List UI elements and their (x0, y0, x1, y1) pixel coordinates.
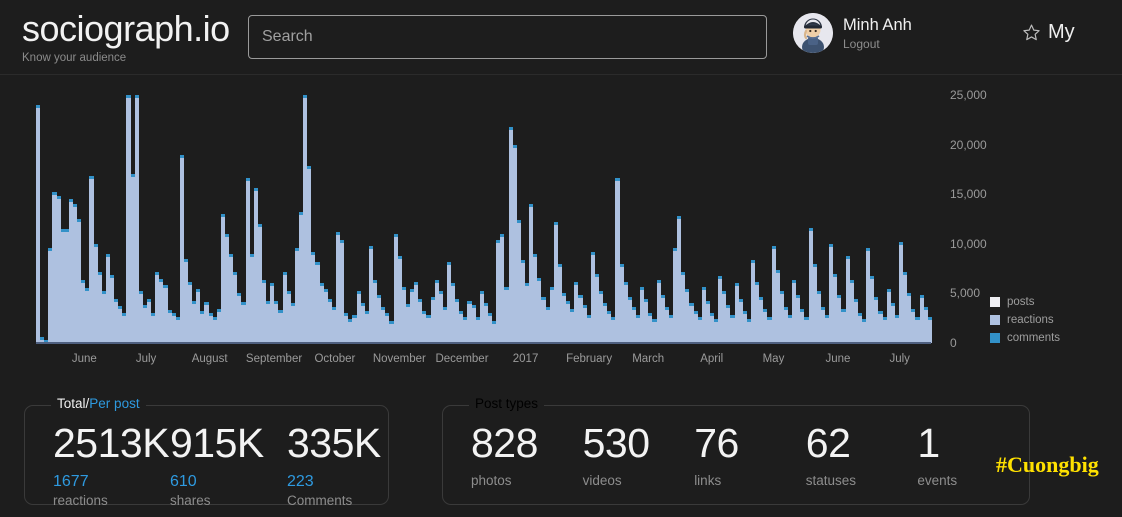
stat-total-value: 915K (170, 420, 264, 466)
user-block[interactable]: Minh Anh Logout (793, 13, 912, 53)
chart-bar[interactable] (927, 95, 932, 343)
stat-total-value: 335K (287, 420, 381, 466)
legend-item[interactable]: comments (990, 329, 1060, 346)
x-axis-tick: November (372, 353, 426, 365)
x-axis-tick: July (889, 353, 910, 365)
user-avatar-cartoon-icon (793, 13, 833, 53)
user-name: Minh Anh (843, 16, 912, 34)
legend-label: posts (1007, 295, 1035, 308)
y-axis-tick: 10,000 (950, 236, 987, 251)
x-axis-tick: August (191, 353, 228, 365)
stat-per-post-value: 1677 (53, 473, 89, 490)
post-type-item: 76 links (694, 406, 806, 489)
chart-plot-area (36, 95, 932, 344)
star-outline-icon (1023, 23, 1040, 40)
watermark: #Cuongbig (996, 452, 1099, 477)
x-axis-tick: June (825, 353, 851, 365)
y-axis-tick: 15,000 (950, 187, 987, 202)
post-type-value: 828 (471, 420, 538, 466)
x-axis-tick: June (71, 353, 97, 365)
post-type-label: links (694, 473, 722, 488)
chart-bars[interactable] (36, 95, 932, 344)
legend-item[interactable]: posts (990, 293, 1060, 310)
y-axis-tick: 0 (950, 336, 957, 350)
stat-per-post-value: 223 (287, 473, 314, 490)
avatar[interactable] (793, 13, 833, 53)
legend-swatch-icon (990, 314, 1000, 325)
x-axis-tick: February (566, 353, 613, 365)
post-type-item: 530 videos (583, 406, 695, 489)
user-names: Minh Anh Logout (843, 13, 912, 52)
bar-reactions (927, 317, 932, 343)
total-stat-item: 2513K 1677 reactions (53, 406, 170, 509)
post-types-list: 828 photos 530 videos 76 links 62 statuses 1 even… (443, 406, 1029, 504)
brand-tagline: Know your audience (22, 52, 127, 64)
header: sociograph.io Know your audience Search … (0, 0, 1122, 75)
x-axis-tick: May (762, 353, 785, 365)
post-type-value: 530 (582, 420, 650, 466)
panel-total-legend: Total/Per post (51, 396, 146, 412)
x-axis-tick: July (135, 353, 157, 365)
stat-label: Comments (287, 493, 353, 508)
logout-link[interactable]: Logout (843, 36, 912, 52)
panel-types-legend: Post types (469, 396, 545, 412)
panel-total-per-post: Total/Per post 2513K 1677 reactions 915K 610… (24, 396, 389, 508)
search-input[interactable] (248, 15, 767, 59)
chart-legend: posts reactions comments (990, 293, 1060, 347)
post-type-value: 62 (805, 420, 851, 466)
y-axis-tick: 20,000 (950, 137, 987, 152)
total-stats-list: 2513K 1677 reactions 915K 610 shares 335K 223 Co… (25, 406, 388, 508)
x-axis-tick: October (314, 353, 356, 365)
x-axis-tick: December (435, 353, 489, 365)
stat-per-post-value: 610 (170, 473, 197, 490)
activity-chart: 25,000 20,000 15,000 10,000 5,000 0 June July A… (0, 76, 1122, 381)
y-axis-tick: 25,000 (950, 88, 987, 102)
total-stat-item: 335K 223 Comments (287, 406, 381, 509)
my-label: My (1048, 21, 1075, 43)
legend-per-post-label[interactable]: Per post (89, 396, 139, 411)
x-axis-tick: April (700, 353, 724, 365)
x-axis-tick: March (632, 353, 665, 365)
post-type-label: statuses (805, 473, 857, 488)
post-type-item: 62 statuses (806, 406, 918, 489)
post-type-item: 828 photos (471, 406, 583, 489)
post-type-label: videos (582, 473, 622, 488)
panel-post-types: Post types 828 photos 530 videos 76 links 62 st… (442, 396, 1030, 505)
bar-comments (927, 317, 932, 321)
total-stat-item: 915K 610 shares (170, 406, 287, 509)
legend-label: comments (1007, 331, 1061, 344)
legend-swatch-icon (990, 296, 1000, 307)
stat-label: reactions (53, 493, 108, 508)
y-axis-tick: 5,000 (950, 286, 981, 301)
post-type-label: photos (471, 473, 512, 488)
brand-title: sociograph.io (22, 8, 230, 49)
post-type-value: 76 (694, 420, 739, 466)
chart-baseline (36, 342, 931, 344)
legend-swatch-icon (990, 332, 1000, 343)
app-root: sociograph.io Know your audience Search … (0, 0, 1122, 517)
legend-label: reactions (1007, 313, 1054, 326)
legend-total-label[interactable]: Total (57, 396, 86, 411)
brand[interactable]: sociograph.io Know your audience (22, 8, 230, 65)
x-axis-tick: September (245, 353, 303, 365)
stat-label: shares (170, 493, 211, 508)
stat-total-value: 2513K (53, 420, 170, 466)
chart-x-axis: June July August September October November De… (36, 346, 931, 370)
x-axis-tick: 2017 (512, 353, 539, 365)
my-link[interactable]: My (1022, 20, 1075, 44)
legend-item[interactable]: reactions (990, 311, 1060, 328)
